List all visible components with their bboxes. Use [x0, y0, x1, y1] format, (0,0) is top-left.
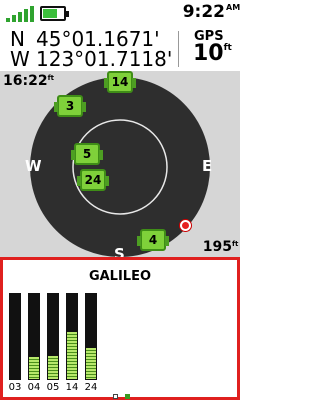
- position-marker-icon: [180, 220, 191, 231]
- signal-bar-label: 14: [65, 382, 79, 393]
- satellite-5-label: 5: [82, 147, 92, 161]
- legend-green-marker: [125, 394, 130, 399]
- signal-bar-05: [47, 293, 59, 380]
- elevation-readout: 195ft: [202, 239, 239, 255]
- satellite-5[interactable]: 5: [71, 143, 103, 165]
- sky-time-unit: ft: [47, 74, 54, 82]
- satellite-4-label: 4: [148, 233, 158, 247]
- signal-bar-label: 03: [8, 382, 22, 393]
- signal-bar-label: 05: [46, 382, 60, 393]
- sky-time-value: 16:22: [3, 73, 48, 89]
- signal-bar-label: 24: [84, 382, 98, 393]
- signal-bar-03: [9, 293, 21, 380]
- satellite-14[interactable]: 14: [104, 71, 136, 93]
- signal-bar-level: [67, 332, 77, 379]
- signal-bar-label: 04: [27, 382, 41, 393]
- signal-bar-level: [86, 348, 96, 379]
- galileo-signal-panel[interactable]: GALILEO 03 04 05 14 24: [0, 257, 240, 400]
- clock-ampm: AM: [226, 3, 240, 12]
- galileo-title: GALILEO: [88, 269, 152, 284]
- compass-east: E: [202, 157, 213, 175]
- sky-time-readout: 16:22ft: [3, 73, 54, 89]
- longitude-hemisphere: W: [10, 47, 30, 71]
- compass-west: W: [25, 157, 42, 175]
- gps-accuracy-value: 10: [193, 41, 224, 66]
- satellite-14-label: 14: [111, 75, 129, 89]
- signal-bar-level: [48, 356, 58, 379]
- satellite-3-label: 3: [65, 99, 75, 113]
- gps-accuracy: 10ft: [193, 41, 232, 66]
- status-bar: 9:22AM: [0, 0, 240, 27]
- elevation-value: 195: [202, 239, 232, 255]
- satellite-24[interactable]: 24: [77, 169, 109, 191]
- battery-icon: [40, 6, 69, 21]
- elevation-unit: ft: [232, 240, 239, 248]
- signal-bar-level: [29, 357, 39, 379]
- divider: [178, 31, 179, 67]
- signal-bar-04: [28, 293, 40, 380]
- satellite-24-label: 24: [84, 173, 102, 187]
- gps-accuracy-unit: ft: [223, 43, 232, 53]
- signal-strength-icon: [6, 6, 34, 22]
- clock: 9:22AM: [182, 2, 240, 22]
- signal-bar-24: [85, 293, 97, 380]
- longitude-readout: W 123°01.7118': [10, 47, 172, 71]
- satellite-4[interactable]: 4: [137, 229, 169, 251]
- satellite-3[interactable]: 3: [54, 95, 86, 117]
- gps-satellite-screen: 9:22AM N 45°01.1671' W 123°01.7118' GPS 10…: [0, 0, 240, 400]
- coordinates-panel: N 45°01.1671' W 123°01.7118' GPS 10ft: [0, 27, 240, 71]
- legend-empty-marker: [113, 394, 118, 399]
- satellite-sky-view[interactable]: 16:22ft W E S 14 3 5 24 4 195ft: [0, 71, 240, 263]
- signal-bar-14: [66, 293, 78, 380]
- clock-time: 9:22: [182, 2, 225, 22]
- longitude-value: 123°01.7118': [36, 47, 173, 71]
